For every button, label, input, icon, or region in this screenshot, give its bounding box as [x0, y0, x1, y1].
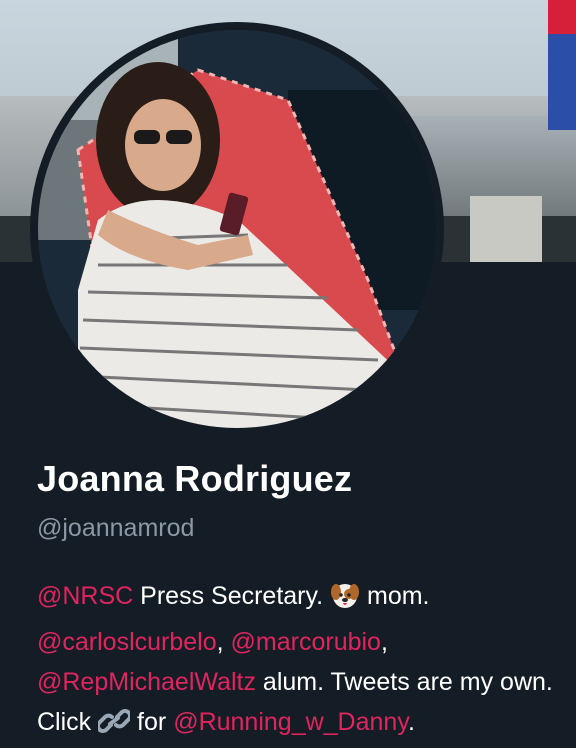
avatar-photo: [38, 30, 436, 428]
banner-post: [470, 196, 542, 262]
mention-link[interactable]: @marcorubio: [231, 628, 381, 656]
mention-link[interactable]: @RepMichaelWaltz: [37, 668, 256, 696]
mention-link[interactable]: @NRSC: [37, 582, 133, 610]
bio-text: ,: [380, 628, 388, 656]
mention-link[interactable]: @Running_w_Danny: [173, 708, 408, 736]
bio-text: ,: [216, 628, 231, 656]
bio-text: .: [407, 708, 415, 736]
profile-handle[interactable]: @joannamrod: [37, 514, 194, 543]
profile-bio: @NRSC Press Secretary. mom. @carloslcurb…: [37, 576, 557, 748]
dog-face-icon: [330, 580, 360, 622]
profile-avatar[interactable]: [38, 30, 436, 428]
link-icon: [96, 706, 133, 748]
banner-flag: [548, 0, 576, 34]
mention-link[interactable]: @carloslcurbelo: [37, 628, 217, 656]
bio-text: mom.: [360, 582, 430, 610]
profile-name: Joanna Rodriguez: [37, 458, 353, 499]
banner-flag: [548, 34, 576, 130]
bio-text: Press Secretary.: [133, 582, 331, 610]
bio-text: for: [130, 708, 174, 736]
